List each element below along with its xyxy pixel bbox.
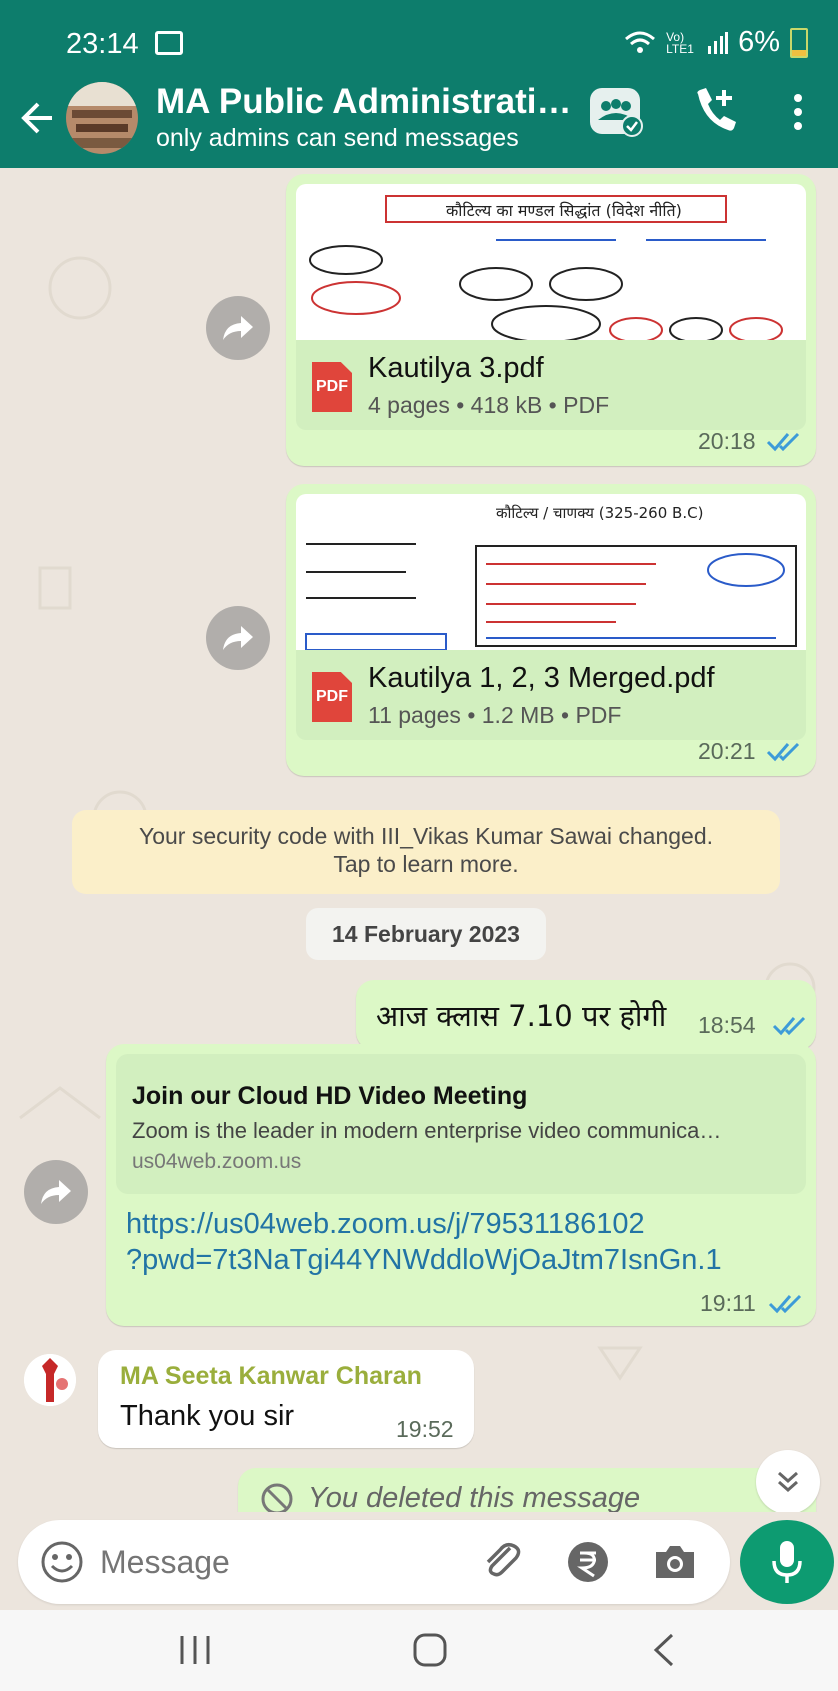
pdf-thumbnail-1[interactable]: कौटिल्य का मण्डल सिद्धांत (विदेश नीति) — [296, 184, 806, 340]
security-notice-line-1: Your security code with III_Vikas Kumar … — [138, 823, 714, 849]
signal-icon — [708, 31, 729, 54]
microphone-button[interactable] — [740, 1520, 834, 1604]
message-time: 20:18 — [698, 428, 756, 454]
file-meta-1: 4 pages • 418 kB • PDF — [368, 392, 610, 418]
top-app-bar: 23:14 Vo) LTE1 6% MA Public Administrati… — [0, 0, 838, 168]
home-icon[interactable] — [412, 1632, 448, 1668]
security-notice-line-2: Tap to learn more. — [333, 851, 519, 877]
deleted-icon — [261, 1483, 293, 1512]
message-time: 18:54 — [698, 1012, 756, 1038]
group-title[interactable]: MA Public Administrati… — [156, 82, 572, 122]
pdf-thumbnail-2[interactable]: कौटिल्य / चाणक्य (325-260 B.C) — [296, 494, 806, 650]
double-chevron-down-icon — [778, 1471, 798, 1493]
scroll-to-bottom-button[interactable] — [756, 1450, 820, 1512]
deleted-message-text: You deleted this message — [308, 1482, 641, 1512]
double-tick-icon — [766, 432, 800, 452]
file-message-2[interactable]: कौटिल्य / चाणक्य (325-260 B.C) PDF Kauti… — [286, 484, 816, 776]
thumbnail-heading-2: कौटिल्य / चाणक्य (325-260 B.C) — [496, 504, 703, 522]
thumbnail-heading-1: कौटिल्य का मण्डल सिद्धांत (विदेश नीति) — [446, 201, 682, 220]
link-preview-title: Join our Cloud HD Video Meeting — [132, 1082, 528, 1110]
message-time: 19:52 — [396, 1416, 454, 1442]
link-message[interactable]: Join our Cloud HD Video Meeting Zoom is … — [106, 1044, 816, 1326]
file-meta-2: 11 pages • 1.2 MB • PDF — [368, 702, 622, 728]
message-input-container[interactable] — [18, 1520, 730, 1604]
date-separator: 14 February 2023 — [306, 908, 546, 960]
sender-name[interactable]: MA Seeta Kanwar Charan — [120, 1362, 422, 1391]
gallery-icon — [154, 31, 183, 55]
more-options-icon[interactable] — [790, 84, 806, 145]
status-time: 23:14 — [66, 28, 183, 61]
clock: 23:14 — [66, 28, 139, 60]
message-text: आज क्लास 7.10 पर होगी — [376, 999, 667, 1033]
camera-icon[interactable] — [652, 1540, 698, 1582]
battery-icon — [790, 27, 808, 58]
message-input[interactable] — [98, 1534, 432, 1590]
chat-area[interactable]: कौटिल्य का मण्डल सिद्धांत (विदेश नीति) P… — [0, 168, 838, 1512]
file-name-1: Kautilya 3.pdf — [368, 352, 544, 384]
emoji-icon[interactable] — [40, 1540, 84, 1584]
forward-icon[interactable] — [206, 296, 270, 360]
security-code-notice[interactable]: Your security code with III_Vikas Kumar … — [72, 810, 780, 894]
group-avatar[interactable] — [66, 82, 138, 154]
file-message-1[interactable]: कौटिल्य का मण्डल सिद्धांत (विदेश नीति) P… — [286, 174, 816, 466]
link-preview-card[interactable]: Join our Cloud HD Video Meeting Zoom is … — [116, 1054, 806, 1194]
payment-rupee-icon[interactable] — [566, 1540, 610, 1584]
link-url-line-2[interactable]: ?pwd=7t3NaTgi44YNWddloWjOaJtm7IsnGn.1 — [126, 1242, 722, 1278]
link-preview-domain: us04web.zoom.us — [132, 1150, 302, 1173]
status-indicators: Vo) LTE1 6% — [624, 26, 808, 59]
group-subtitle: only admins can send messages — [156, 124, 519, 152]
add-call-icon[interactable] — [690, 84, 740, 145]
deleted-message[interactable]: You deleted this message — [238, 1468, 816, 1512]
message-time: 20:21 — [698, 738, 756, 764]
forward-icon[interactable] — [24, 1160, 88, 1224]
message-time: 19:11 — [700, 1290, 756, 1316]
sender-avatar[interactable] — [24, 1354, 76, 1406]
network-label: Vo) LTE1 — [666, 29, 694, 56]
double-tick-icon — [766, 742, 800, 762]
attach-icon[interactable] — [478, 1538, 524, 1584]
file-info-1[interactable]: PDF Kautilya 3.pdf 4 pages • 418 kB • PD… — [296, 340, 806, 430]
link-preview-description: Zoom is the leader in modern enterprise … — [132, 1118, 722, 1143]
back-nav-icon[interactable] — [650, 1632, 676, 1668]
microphone-icon — [772, 1541, 802, 1583]
text-message-outgoing[interactable]: आज क्लास 7.10 पर होगी 18:54 — [356, 980, 816, 1050]
group-call-icon[interactable] — [588, 84, 644, 145]
text-message-incoming[interactable]: MA Seeta Kanwar Charan Thank you sir 19:… — [98, 1350, 474, 1448]
link-url-line-1[interactable]: https://us04web.zoom.us/j/79531186102 — [126, 1206, 722, 1242]
file-name-2: Kautilya 1, 2, 3 Merged.pdf — [368, 662, 715, 694]
battery-level: 6% — [738, 26, 780, 58]
double-tick-icon — [768, 1294, 802, 1314]
link-url[interactable]: https://us04web.zoom.us/j/79531186102 ?p… — [126, 1206, 722, 1278]
back-arrow-icon[interactable] — [20, 90, 60, 146]
system-navigation-bar — [0, 1610, 838, 1691]
double-tick-icon — [772, 1016, 806, 1036]
pdf-file-icon: PDF — [312, 362, 352, 412]
chat-header: MA Public Administrati… only admins can … — [0, 78, 838, 168]
message-text: Thank you sir — [120, 1400, 295, 1432]
recent-apps-icon[interactable] — [178, 1634, 212, 1666]
wifi-icon — [625, 31, 656, 53]
file-info-2[interactable]: PDF Kautilya 1, 2, 3 Merged.pdf 11 pages… — [296, 650, 806, 740]
forward-icon[interactable] — [206, 606, 270, 670]
pdf-file-icon: PDF — [312, 672, 352, 722]
